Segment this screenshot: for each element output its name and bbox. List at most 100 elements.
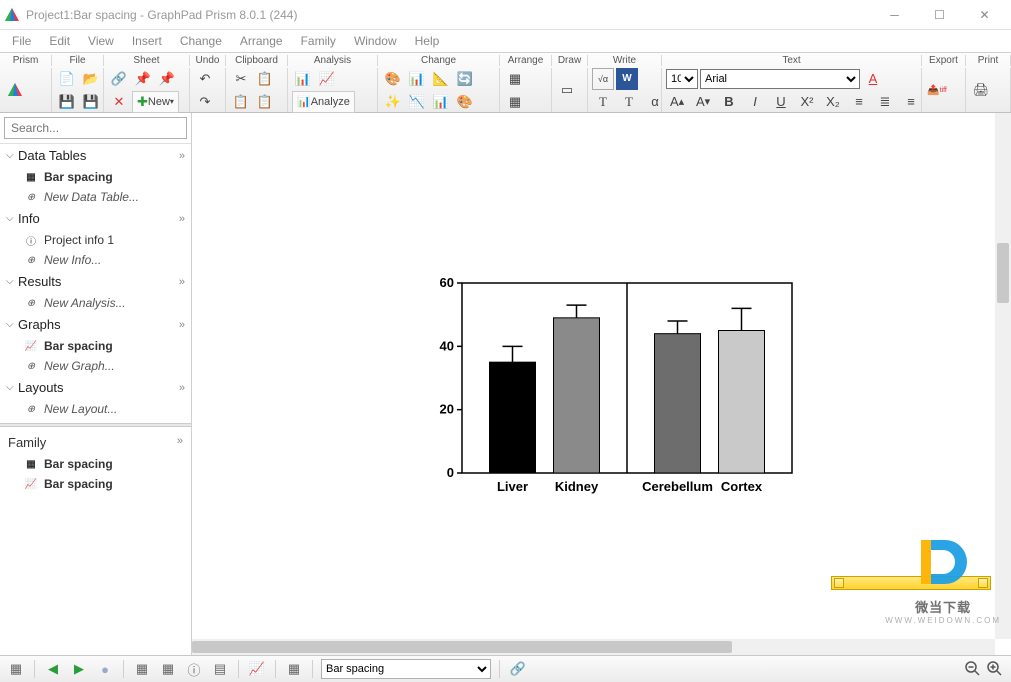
menu-file[interactable]: File (4, 32, 39, 50)
zoom-out-icon[interactable] (963, 659, 983, 679)
change3-icon[interactable]: 📐 (430, 68, 452, 90)
change8-icon[interactable]: 🎨 (454, 91, 476, 113)
plus-icon: ⊕ (24, 191, 38, 203)
pin-icon[interactable]: 📌 (132, 68, 154, 90)
copy-icon[interactable]: 📋 (254, 68, 276, 90)
view-graph-icon[interactable]: 📈 (247, 659, 267, 679)
font-name-select[interactable]: Arial (700, 69, 860, 89)
link-status-icon[interactable]: 🔗 (508, 659, 528, 679)
font-size-select[interactable]: 10 (666, 69, 698, 89)
nav-next-icon[interactable]: ▶ (69, 659, 89, 679)
view-grid-icon[interactable]: ▦ (158, 659, 178, 679)
analysis1-icon[interactable]: 📊 (292, 68, 314, 90)
change2-icon[interactable]: 📊 (406, 68, 428, 90)
star-icon[interactable]: 📌 (156, 68, 178, 90)
export-icon[interactable]: 📤tiff (926, 79, 948, 101)
draw-rect-icon[interactable]: ▭ (556, 79, 578, 101)
cut-icon[interactable]: ✂ (230, 68, 252, 90)
subscript-icon[interactable]: X₂ (822, 91, 844, 113)
new-file-icon[interactable]: 📄 (56, 68, 78, 90)
text-t-icon[interactable]: T (592, 91, 614, 113)
new-button[interactable]: ✚ New ▾ (132, 91, 179, 113)
prism-logo-button[interactable] (4, 79, 26, 101)
equation-icon[interactable]: √α (592, 68, 614, 90)
menu-family[interactable]: Family (293, 32, 344, 50)
scrollbar-horizontal[interactable] (192, 639, 995, 655)
font-bigger-icon[interactable]: A▴ (666, 91, 688, 113)
analysis2-icon[interactable]: 📈 (316, 68, 338, 90)
sidebar-item[interactable]: ⊕New Layout... (0, 399, 191, 419)
search-input[interactable] (4, 117, 187, 139)
minimize-button[interactable]: ─ (872, 1, 917, 29)
link-icon[interactable]: 🔗 (108, 68, 130, 90)
sidebar-item[interactable]: ⊕New Analysis... (0, 293, 191, 313)
bold-icon[interactable]: B (718, 91, 740, 113)
sidebar-section[interactable]: ⌵ Graphs» (0, 313, 191, 336)
graph-name-select[interactable]: Bar spacing (321, 659, 491, 679)
redo-icon[interactable]: ↷ (194, 91, 216, 113)
italic-icon[interactable]: I (744, 91, 766, 113)
change7-icon[interactable]: 📊 (430, 91, 452, 113)
sidebar-item[interactable]: ⊕New Info... (0, 250, 191, 270)
paste-icon[interactable]: 📋 (230, 91, 252, 113)
sidebar-section[interactable]: ⌵ Data Tables» (0, 144, 191, 167)
delete-icon[interactable]: ✕ (108, 91, 130, 113)
align-icon[interactable]: ≡ (848, 91, 870, 113)
family-header[interactable]: Family» (0, 431, 191, 454)
menu-arrange[interactable]: Arrange (232, 32, 291, 50)
change6-icon[interactable]: 📉 (406, 91, 428, 113)
menu-view[interactable]: View (80, 32, 122, 50)
sidebar-item[interactable]: ▦Bar spacing (0, 167, 191, 187)
view-info-icon[interactable]: ⓘ (184, 659, 204, 679)
view-table-icon[interactable]: ▦ (132, 659, 152, 679)
svg-text:Cortex: Cortex (721, 479, 763, 494)
family-item[interactable]: 📈Bar spacing (0, 474, 191, 494)
nav-refresh-icon[interactable]: ● (95, 659, 115, 679)
underline-icon[interactable]: U (770, 91, 792, 113)
menu-edit[interactable]: Edit (41, 32, 78, 50)
sidebar-section[interactable]: ⌵ Layouts» (0, 376, 191, 399)
graph-canvas[interactable]: 0204060LiverKidneyCerebellumCortex (192, 113, 995, 639)
menu-help[interactable]: Help (407, 32, 448, 50)
sidebar-item[interactable]: ⊕New Data Table... (0, 187, 191, 207)
tg-draw: Draw (552, 55, 588, 66)
menu-change[interactable]: Change (172, 32, 230, 50)
status-grid-icon[interactable]: ▦ (6, 659, 26, 679)
sidebar-section[interactable]: ⌵ Info» (0, 207, 191, 230)
word-icon[interactable]: W (616, 68, 638, 90)
line-spacing-icon[interactable]: ≡ (900, 91, 922, 113)
view-results-icon[interactable]: ▤ (210, 659, 230, 679)
maximize-button[interactable]: ☐ (917, 1, 962, 29)
sidebar-item[interactable]: ⊕New Graph... (0, 356, 191, 376)
change5-icon[interactable]: ✨ (382, 91, 404, 113)
sidebar-item[interactable]: ⓘProject info 1 (0, 230, 191, 250)
grid-icon: ▦ (24, 458, 38, 470)
canvas-area: 0204060LiverKidneyCerebellumCortex 微当下载 … (192, 113, 1011, 655)
menu-window[interactable]: Window (346, 32, 405, 50)
arrange2-icon[interactable]: ▦ (504, 91, 526, 113)
print-icon[interactable]: 🖨 (970, 79, 992, 101)
close-button[interactable]: ✕ (962, 1, 1007, 29)
sidebar-item[interactable]: 📈Bar spacing (0, 336, 191, 356)
analyze-button[interactable]: 📊 Analyze (292, 91, 355, 113)
paragraph-icon[interactable]: ≣ (874, 91, 896, 113)
text-t2-icon[interactable]: T (618, 91, 640, 113)
sidebar-splitter[interactable] (0, 423, 191, 427)
change1-icon[interactable]: 🎨 (382, 68, 404, 90)
font-color-icon[interactable]: A (862, 68, 884, 90)
paste-special-icon[interactable]: 📋 (254, 91, 276, 113)
font-smaller-icon[interactable]: A▾ (692, 91, 714, 113)
undo-icon[interactable]: ↶ (194, 68, 216, 90)
superscript-icon[interactable]: X² (796, 91, 818, 113)
menu-insert[interactable]: Insert (124, 32, 170, 50)
family-item[interactable]: ▦Bar spacing (0, 454, 191, 474)
sidebar-section[interactable]: ⌵ Results» (0, 270, 191, 293)
zoom-in-icon[interactable] (985, 659, 1005, 679)
arrange1-icon[interactable]: ▦ (504, 68, 526, 90)
save-icon[interactable]: 💾 (56, 91, 78, 113)
view-layout-icon[interactable]: ▦ (284, 659, 304, 679)
save-as-icon[interactable]: 💾 (80, 91, 102, 113)
change4-icon[interactable]: 🔄 (454, 68, 476, 90)
nav-prev-icon[interactable]: ◀ (43, 659, 63, 679)
open-file-icon[interactable]: 📂 (80, 68, 102, 90)
